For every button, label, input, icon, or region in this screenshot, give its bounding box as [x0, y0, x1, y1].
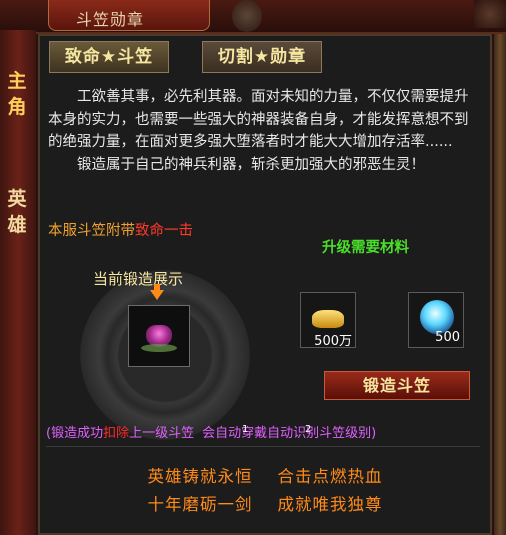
side-tab-label: 雄: [7, 214, 27, 236]
slogan-line: 十年磨砺一剑 成就唯我独尊: [147, 495, 383, 514]
note-badge: 2: [305, 424, 312, 435]
description-paragraph: 锻造属于自己的神兵利器，斩杀更加强大的邪恶生灵！: [77, 156, 425, 173]
hat-item-base-icon: [141, 344, 177, 352]
side-tab-label: 主: [7, 70, 27, 92]
window-title: 斗笠勋章: [76, 10, 145, 29]
material-count-crystal: 500: [435, 330, 460, 345]
slogan-line: 英雄铸就永恒 合击点燃热血: [147, 467, 383, 486]
server-effect-prefix: 本服斗笠附带: [48, 223, 135, 239]
divider: [46, 446, 480, 447]
down-arrow-head-icon: [150, 290, 164, 300]
material-count-gold: 500万: [314, 334, 352, 349]
note-text: (锻造成功: [46, 426, 104, 441]
description: 工欲善其事，必先利其器。面对未知的力量，不仅仅需要提升本身的实力，也需要一些强大…: [48, 86, 478, 176]
forge-note: (锻造成功扣除上一级斗笠 会自动穿戴自动识别斗笠级别): [46, 422, 376, 441]
side-tab-label: 角: [7, 96, 27, 118]
note-text: 会自动穿戴自动识别斗笠级别): [202, 426, 377, 441]
header-ornament: [232, 0, 262, 32]
server-effect: 本服斗笠附带致命一击: [48, 219, 193, 240]
side-tab-label: 英: [7, 188, 27, 210]
gold-ingot-icon: [312, 310, 344, 328]
note-text-highlight: 扣除: [103, 426, 130, 441]
note-badge: 1: [242, 424, 249, 435]
forge-display-label: 当前锻造展示: [93, 270, 184, 288]
forge-hat-button[interactable]: 锻造斗笠: [324, 371, 470, 400]
server-effect-name: 致命一击: [135, 223, 193, 239]
tab-cut-medal[interactable]: 切割★勋章: [202, 41, 322, 73]
side-tab-main-character[interactable]: 主 角: [0, 62, 36, 146]
materials-title: 升级需要材料: [322, 240, 409, 256]
frame-right-edge: [494, 34, 506, 535]
tab-fatal-hat[interactable]: 致命★斗笠: [49, 41, 169, 73]
note-text: 上一级斗笠: [129, 426, 195, 441]
close-ornament[interactable]: [474, 0, 506, 28]
description-paragraph: 工欲善其事，必先利其器。面对未知的力量，不仅仅需要提升本身的实力，也需要一些强大…: [48, 89, 469, 150]
crystal-orb-icon: [420, 300, 454, 334]
side-tab-hero[interactable]: 英 雄: [2, 186, 32, 238]
